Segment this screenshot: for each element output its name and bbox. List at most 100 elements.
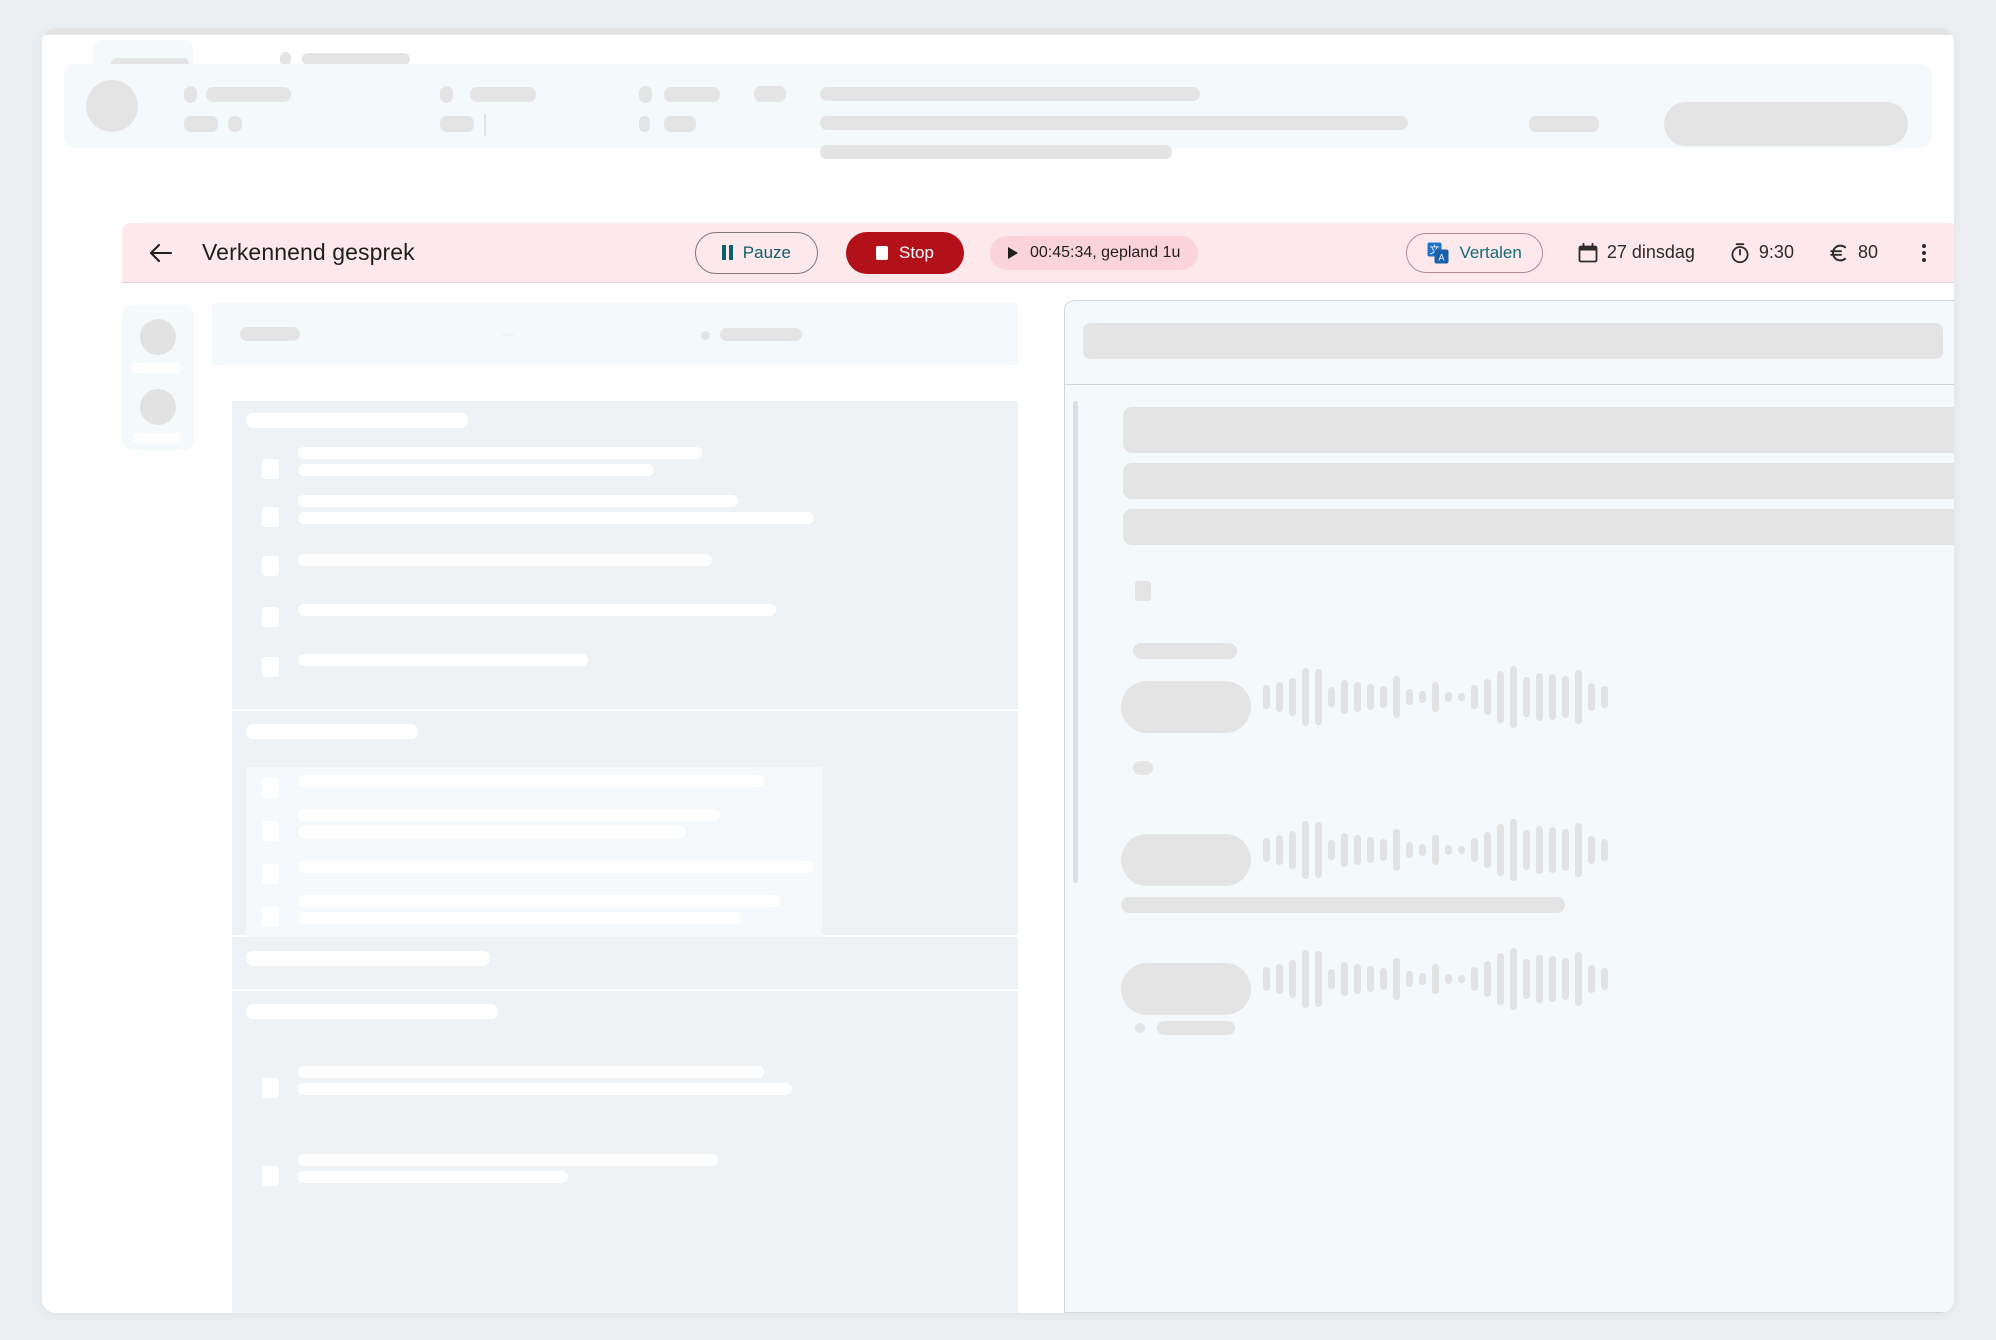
section-2-row-4-line-2 — [298, 912, 742, 924]
waveform-bar — [1315, 822, 1322, 878]
waveform-bar — [1354, 835, 1361, 865]
price-item[interactable]: 80 — [1828, 242, 1878, 264]
waveform-bar — [1367, 837, 1374, 863]
waveform-bar — [1380, 839, 1387, 861]
pause-button-label: Pauze — [742, 242, 791, 262]
page-title: Verkennend gesprek — [202, 239, 415, 265]
waveform-bar — [1354, 964, 1361, 994]
waveform-bar — [1523, 830, 1530, 870]
section-2-heading-placeholder — [246, 724, 418, 739]
translate-button[interactable]: 文 A Vertalen — [1406, 232, 1543, 273]
waveform-bar — [1341, 680, 1348, 714]
waveform-bar — [1549, 956, 1556, 1002]
waveform-bar — [1393, 829, 1400, 871]
section-4-row-1-checkbox[interactable] — [262, 1078, 279, 1098]
info-field-6-icon — [639, 116, 650, 132]
back-arrow-icon[interactable] — [144, 236, 178, 270]
info-field-7-tag — [754, 86, 786, 102]
waveform-bar — [1419, 973, 1426, 985]
waveform-bar — [1354, 682, 1361, 712]
waveform-bar — [1302, 950, 1309, 1008]
waveform-bar — [1575, 670, 1582, 724]
info-field-2-tag — [184, 116, 218, 132]
patient-info-panel-skeleton — [64, 64, 1932, 159]
timer-label: 00:45:34, gepland 1u — [1029, 243, 1181, 261]
info-field-1-value — [206, 87, 291, 102]
audio-message-bar-1 — [1123, 407, 1954, 453]
transcript-header-caret-icon[interactable] — [502, 333, 514, 336]
transcript-panel-header — [212, 303, 1018, 365]
waveform-bar — [1562, 958, 1569, 1000]
pause-icon — [721, 245, 733, 260]
audio-entry-1-label — [1133, 643, 1237, 659]
waveform-bar — [1536, 673, 1543, 721]
audio-entry-3-avatar-pill[interactable] — [1121, 963, 1251, 1015]
waveform-bar — [1575, 823, 1582, 877]
waveform-bar — [1432, 964, 1439, 994]
waveform-bar — [1367, 684, 1374, 710]
audio-entry-2-waveform[interactable] — [1263, 810, 1608, 890]
rail-item-1-icon[interactable] — [140, 319, 176, 355]
waveform-bar — [1601, 686, 1608, 708]
section-2-row-3-checkbox[interactable] — [262, 864, 279, 884]
info-field-2-icon — [228, 116, 242, 132]
info-note-line-1 — [820, 87, 1200, 101]
section-4-row-1-line-1 — [298, 1066, 764, 1078]
pause-button[interactable]: Pauze — [694, 231, 818, 274]
waveform-bar — [1302, 668, 1309, 726]
duration-label: 9:30 — [1758, 242, 1794, 262]
kebab-menu-icon[interactable] — [1912, 238, 1936, 268]
section-2-row-1-checkbox[interactable] — [262, 778, 279, 798]
waveform-bar — [1263, 967, 1270, 991]
waveform-bar — [1432, 682, 1439, 712]
section-1-row-3-checkbox[interactable] — [262, 556, 279, 576]
waveform-bar — [1445, 974, 1452, 984]
transcript-section-4 — [232, 991, 1018, 1191]
waveform-bar — [1341, 962, 1348, 996]
section-3-heading-placeholder — [246, 951, 490, 966]
avatar — [86, 80, 138, 132]
rail-item-2-icon[interactable] — [140, 389, 176, 425]
duration-item[interactable]: 9:30 — [1729, 242, 1794, 264]
audio-attachment-icon — [1135, 581, 1151, 601]
waveform-bar — [1601, 968, 1608, 990]
audio-entry-1-waveform[interactable] — [1263, 657, 1608, 737]
left-rail — [122, 305, 194, 450]
section-2-row-4-checkbox[interactable] — [262, 907, 279, 927]
section-4-row-2-checkbox[interactable] — [262, 1166, 279, 1186]
timer-pill[interactable]: 00:45:34, gepland 1u — [989, 235, 1199, 270]
waveform-bar — [1263, 685, 1270, 709]
section-4-heading-placeholder — [246, 1004, 498, 1019]
waveform-bar — [1406, 842, 1413, 858]
waveform-bar — [1510, 948, 1517, 1010]
waveform-bar — [1471, 838, 1478, 862]
svg-text:A: A — [1439, 252, 1445, 262]
waveform-bar — [1562, 676, 1569, 718]
info-note-line-2 — [820, 116, 1408, 130]
waveform-bar — [1380, 686, 1387, 708]
section-2-row-2-line-1 — [298, 809, 720, 821]
date-item[interactable]: 27 dinsdag — [1577, 242, 1695, 264]
audio-entry-2-avatar-pill[interactable] — [1121, 834, 1251, 886]
waveform-bar — [1484, 961, 1491, 997]
section-1-row-1-checkbox[interactable] — [262, 459, 279, 479]
info-action-button[interactable] — [1664, 102, 1908, 146]
audio-panel-scrollbar[interactable] — [1073, 401, 1078, 883]
section-1-row-3-line-1 — [298, 554, 712, 566]
section-1-row-2-checkbox[interactable] — [262, 507, 279, 527]
stop-button-label: Stop — [899, 242, 934, 262]
audio-entry-3-waveform[interactable] — [1263, 939, 1608, 1019]
waveform-bar — [1549, 827, 1556, 873]
waveform-bar — [1276, 835, 1283, 865]
section-1-heading-placeholder — [246, 413, 468, 428]
stop-button[interactable]: Stop — [846, 231, 964, 274]
waveform-bar — [1419, 691, 1426, 703]
info-action-tag[interactable] — [1529, 116, 1599, 132]
audio-entry-1-avatar-pill[interactable] — [1121, 681, 1251, 733]
section-2-row-2-checkbox[interactable] — [262, 821, 279, 841]
play-icon — [1007, 246, 1018, 259]
info-field-3-icon — [440, 86, 453, 103]
section-1-row-5-checkbox[interactable] — [262, 657, 279, 677]
browser-window: Verkennend gesprek Pauze Stop 00:45:34, … — [42, 28, 1954, 1313]
section-1-row-4-checkbox[interactable] — [262, 607, 279, 627]
